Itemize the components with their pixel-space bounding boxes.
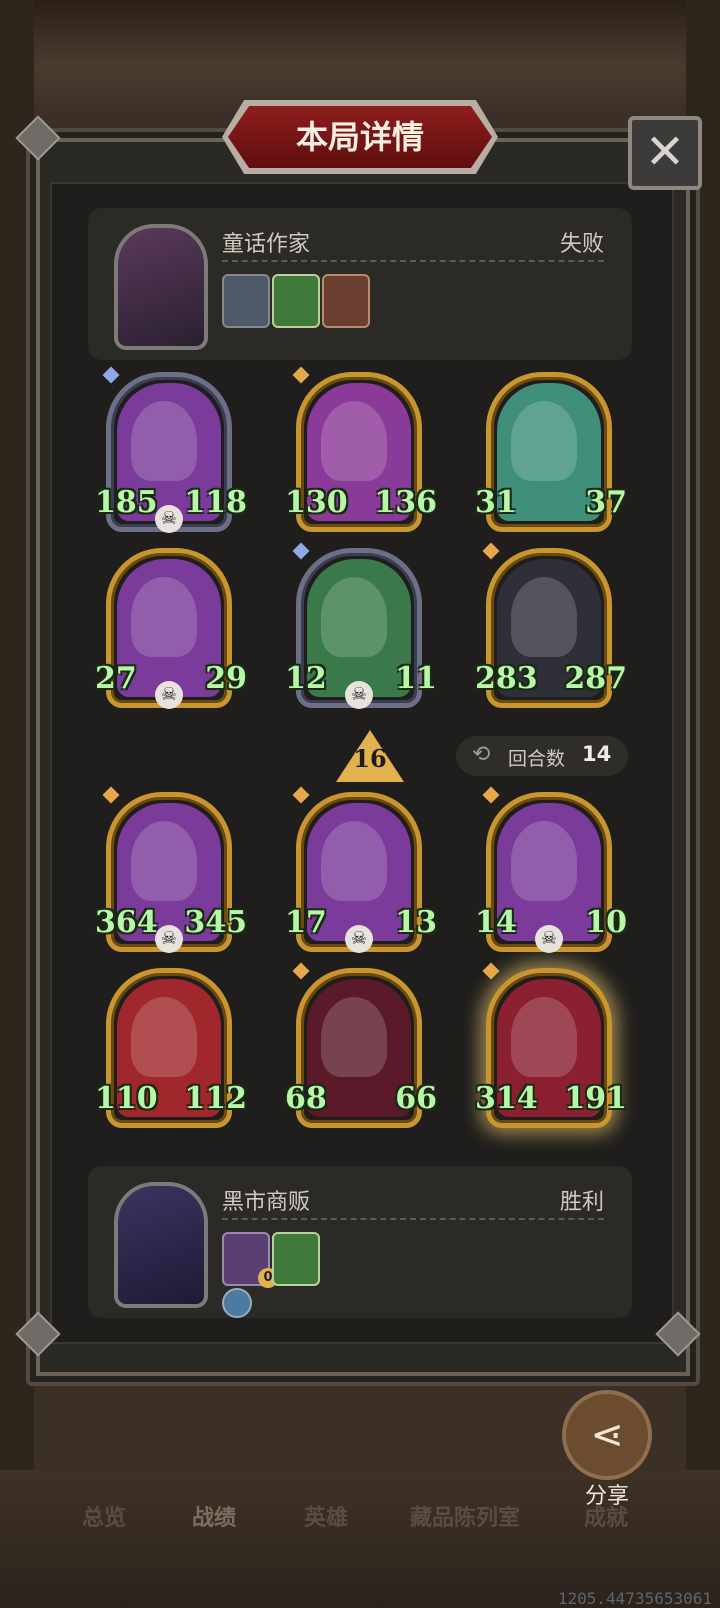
attack-value: 68 — [285, 1081, 327, 1116]
repeat-icon: ⟲ — [472, 742, 491, 767]
skull-icon: ☠ — [535, 925, 563, 953]
brown-book-icon[interactable] — [322, 274, 370, 328]
minion-card[interactable]: 68 66 — [285, 962, 437, 1128]
minion-art — [511, 997, 577, 1077]
divider — [222, 260, 604, 262]
minion-art — [511, 821, 577, 901]
tab-collection[interactable]: 藏品陈列室 — [410, 1500, 520, 1532]
hero-portrait-top[interactable] — [114, 224, 208, 350]
turn-counter: ⟲ 回合数 14 — [456, 736, 628, 776]
attack-value: 185 — [95, 485, 158, 520]
share-icon: ⋖ — [590, 1412, 624, 1458]
skull-icon: ☠ — [155, 505, 183, 533]
attack-value: 283 — [475, 661, 538, 696]
tab-record[interactable]: 战绩 — [192, 1500, 236, 1532]
player-bottom-result: 胜利 — [559, 1190, 604, 1215]
player-bottom-box: 黑市商贩 胜利 0 — [88, 1166, 632, 1318]
attack-value: 110 — [95, 1081, 158, 1116]
minion-art — [131, 821, 197, 901]
tab-heroes[interactable]: 英雄 — [304, 1500, 348, 1532]
health-value: 13 — [395, 905, 437, 940]
minion-art — [321, 577, 387, 657]
minion-art — [131, 401, 197, 481]
attack-value: 364 — [95, 905, 158, 940]
minion-card[interactable]: 27 29 ☠ — [95, 548, 247, 709]
player-bottom-name: 黑市商贩 — [222, 1190, 311, 1215]
minion-card[interactable]: 31 37 — [475, 372, 627, 532]
attack-value: 31 — [475, 485, 517, 520]
health-value: 191 — [564, 1081, 627, 1116]
skull-icon: ☠ — [345, 681, 373, 709]
green-book-icon[interactable] — [272, 1232, 320, 1286]
dialog-title: 本局详情 — [295, 118, 424, 156]
minion-card[interactable]: 130 136 — [285, 366, 437, 532]
minion-art — [131, 997, 197, 1077]
attack-value: 12 — [285, 661, 327, 696]
attack-value: 17 — [285, 905, 327, 940]
minion-card[interactable]: 314 191 — [475, 962, 627, 1128]
player-top-box: 童话作家 失败 — [88, 208, 632, 360]
minion-art — [321, 401, 387, 481]
health-value: 29 — [205, 661, 247, 696]
minion-card[interactable]: 14 10 ☠ — [475, 786, 627, 953]
share-label: 分享 — [584, 1484, 629, 1509]
turn-label: 回合数 — [508, 748, 566, 770]
coordinate-readout: 1205.44735653061 — [557, 1589, 712, 1608]
attack-value: 314 — [475, 1081, 538, 1116]
minion-card[interactable]: 17 13 ☠ — [285, 786, 437, 953]
skull-icon: ☠ — [345, 925, 373, 953]
turn-marker-value: 16 — [353, 744, 387, 773]
health-value: 345 — [184, 905, 247, 940]
skull-icon: ☠ — [155, 681, 183, 709]
health-value: 66 — [395, 1081, 437, 1116]
minion-art — [511, 577, 577, 657]
hero-portrait-bottom[interactable] — [114, 1182, 208, 1308]
health-value: 287 — [564, 661, 627, 696]
minion-card[interactable]: 283 287 — [475, 542, 627, 708]
sword-badge-icon[interactable] — [222, 1288, 252, 1318]
player-top-name: 童话作家 — [222, 232, 311, 257]
health-value: 112 — [184, 1081, 247, 1116]
minion-art — [321, 821, 387, 901]
turn-value: 14 — [582, 742, 612, 766]
health-value: 37 — [585, 485, 627, 520]
health-value: 11 — [395, 661, 437, 696]
close-icon: ✕ — [644, 124, 686, 180]
green-book-icon[interactable] — [272, 274, 320, 328]
minion-card[interactable]: 12 11 ☠ — [285, 542, 437, 709]
hero-mini-icon[interactable] — [222, 274, 270, 328]
attack-value: 27 — [95, 661, 137, 696]
health-value: 118 — [184, 485, 247, 520]
tab-overview[interactable]: 总览 — [82, 1500, 126, 1532]
top-background — [0, 0, 720, 110]
health-value: 136 — [374, 485, 437, 520]
skull-icon: ☠ — [155, 925, 183, 953]
minion-art — [131, 577, 197, 657]
attack-value: 130 — [285, 485, 348, 520]
divider — [222, 1218, 604, 1220]
health-value: 10 — [585, 905, 627, 940]
minion-art — [321, 997, 387, 1077]
player-top-result: 失败 — [559, 232, 604, 257]
close-button[interactable]: ✕ — [628, 116, 702, 190]
minion-card[interactable]: 185 118 ☠ — [95, 366, 247, 533]
share-button[interactable]: ⋖ — [562, 1390, 652, 1480]
attack-value: 14 — [475, 905, 517, 940]
door-icon[interactable]: 0 — [222, 1232, 278, 1288]
minion-card[interactable]: 364 345 ☠ — [95, 786, 247, 953]
minion-art — [511, 401, 577, 481]
minion-card[interactable]: 110 112 — [95, 968, 247, 1128]
